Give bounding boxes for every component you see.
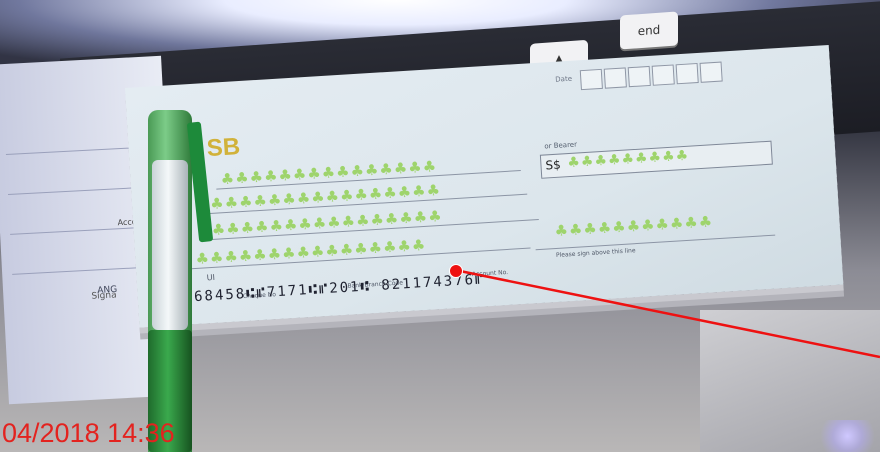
- photo-scene: end ▲ ◀ ▼ ▶ Acco Signa SB Date ♣♣♣♣♣♣♣♣♣…: [0, 0, 880, 452]
- annotation-arrow: [454, 268, 880, 359]
- annotation-line: [454, 268, 880, 359]
- annotation-marker: [449, 264, 463, 278]
- photo-timestamp: 04/2018 14:36: [2, 418, 175, 448]
